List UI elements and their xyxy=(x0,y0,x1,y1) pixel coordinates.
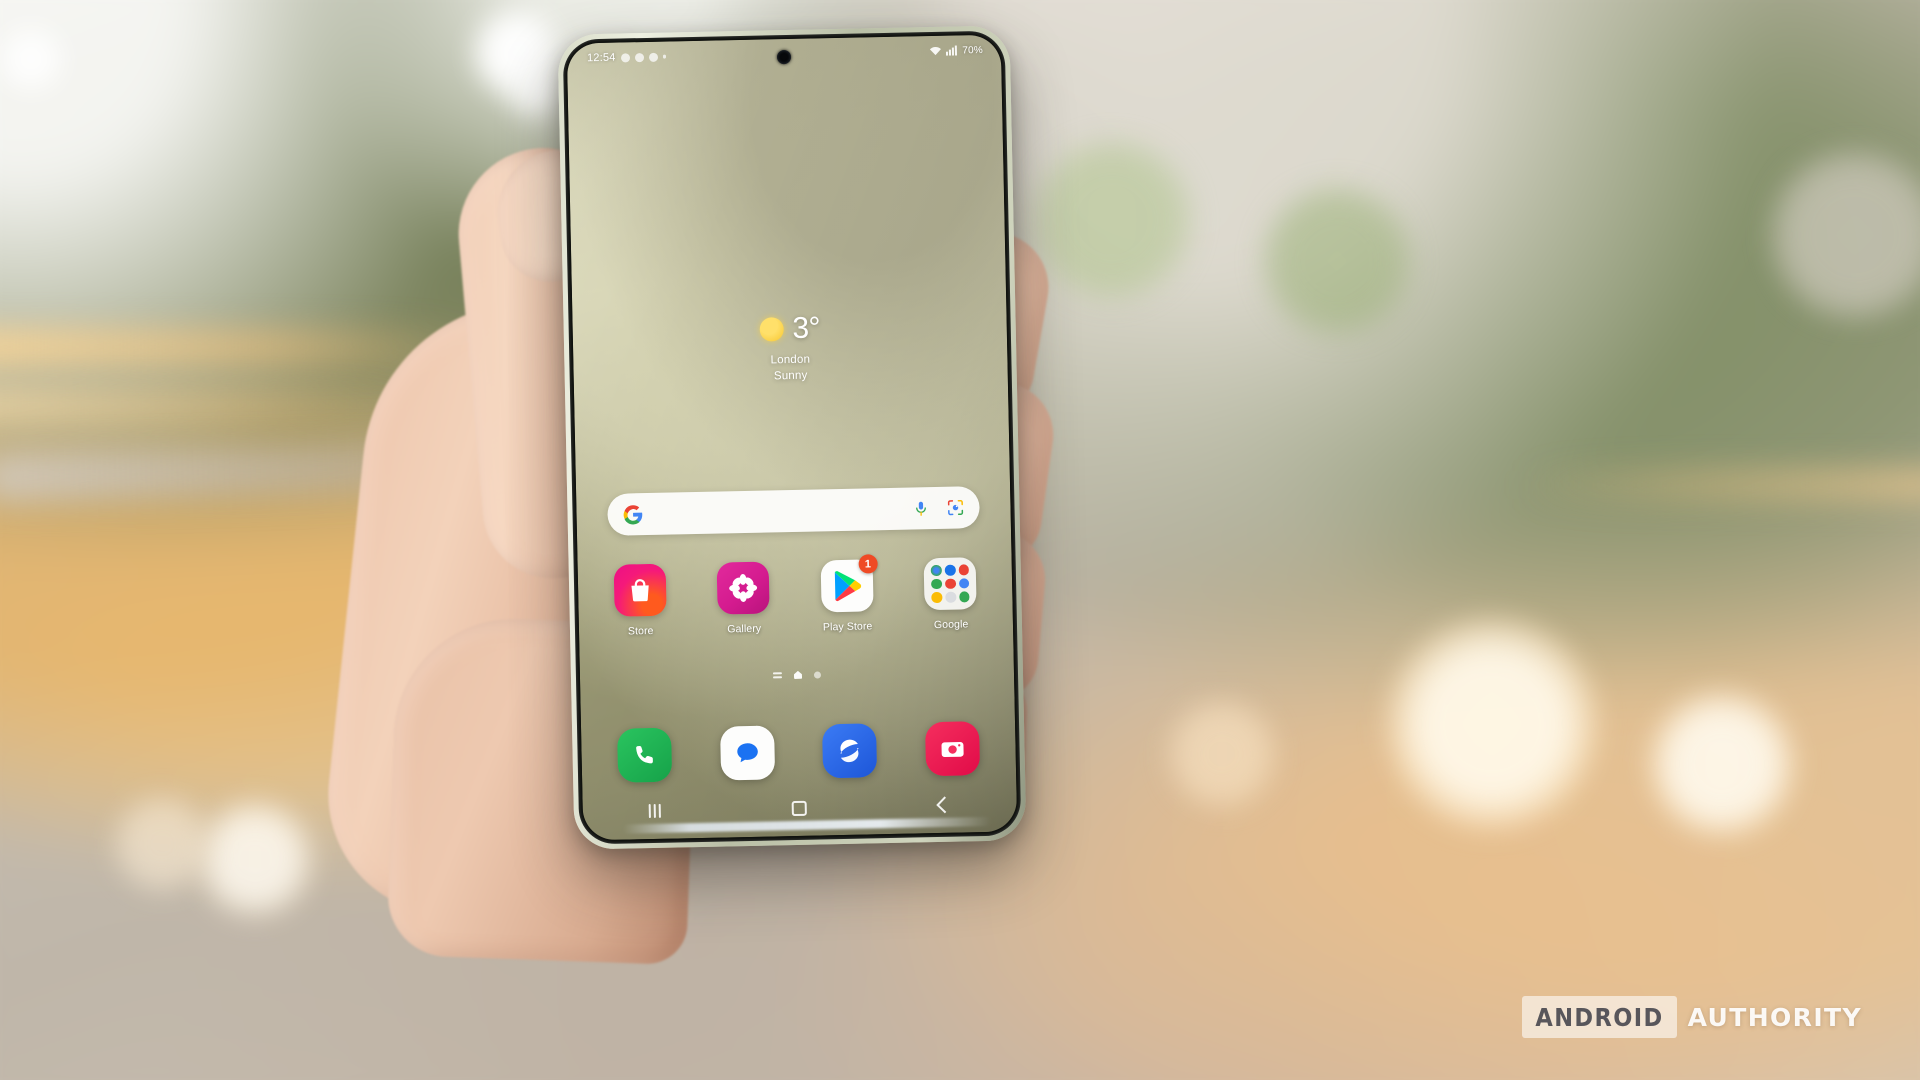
settings-icon xyxy=(634,52,644,62)
globe-glyph xyxy=(840,739,859,763)
battery-percentage: 70% xyxy=(962,44,984,56)
samsung-internet-icon[interactable] xyxy=(822,723,878,779)
dnd-icon xyxy=(648,52,658,62)
handset-glyph xyxy=(636,746,654,764)
camera-glyph xyxy=(941,742,964,758)
app-label: Play Store xyxy=(822,620,873,634)
smartphone: 12:54 70% 3° London Sunny Store Gallery … xyxy=(557,25,1027,850)
google-folder-icon[interactable] xyxy=(923,557,977,611)
app-item-store[interactable]: Store xyxy=(598,563,682,638)
watermark-brand-box: ANDROID xyxy=(1522,996,1677,1038)
home-page-icon[interactable] xyxy=(794,671,802,679)
app-label: Store xyxy=(627,624,654,638)
dock xyxy=(593,721,1004,784)
shopping-bag-glyph xyxy=(631,579,649,602)
notification-badge: 1 xyxy=(858,554,878,574)
speech-bubble-glyph xyxy=(737,743,758,763)
galaxy-store-icon[interactable] xyxy=(613,563,667,617)
dot-icon xyxy=(662,54,667,59)
app-grid: Store Gallery 1 Play Store Google xyxy=(588,554,1003,639)
search-input[interactable] xyxy=(644,508,913,514)
folder-app-icon xyxy=(958,591,970,603)
status-bar-right: 70% xyxy=(929,44,983,56)
app-item-play-store[interactable]: 1 Play Store xyxy=(805,554,889,634)
recents-icon[interactable] xyxy=(648,803,661,819)
watermark-android-text: ANDROID xyxy=(1535,1003,1664,1032)
status-bar-clock: 12:54 xyxy=(586,51,616,65)
folder-app-icon xyxy=(958,577,970,589)
back-icon[interactable] xyxy=(936,796,954,814)
watermark-authority-text: AUTHORITY xyxy=(1687,1002,1862,1032)
play-triangle-glyph xyxy=(834,571,861,602)
wifi-icon xyxy=(930,47,942,56)
gallery-icon[interactable] xyxy=(716,561,770,615)
google-g-icon xyxy=(623,504,643,524)
play-store-icon[interactable]: 1 xyxy=(820,554,878,613)
weather-temperature: 3° xyxy=(792,311,821,345)
folder-app-icon xyxy=(931,592,943,604)
google-search-bar[interactable] xyxy=(607,486,980,536)
phone-screen[interactable]: 12:54 70% 3° London Sunny Store Gallery … xyxy=(566,34,1018,841)
alarm-icon xyxy=(620,52,630,63)
folder-app-icon xyxy=(931,578,943,590)
app-item-google-folder[interactable]: Google xyxy=(909,557,993,632)
weather-widget[interactable]: 3° London Sunny xyxy=(572,309,1007,386)
signal-icon xyxy=(946,45,958,56)
weather-main-row: 3° xyxy=(572,309,1007,348)
app-label: Google xyxy=(933,618,969,632)
page-dot-icon[interactable] xyxy=(813,670,822,679)
folder-app-icon xyxy=(945,591,957,603)
apps-list-icon[interactable] xyxy=(772,672,783,679)
status-bar-left: 12:54 xyxy=(586,51,667,65)
phone-bezel: 12:54 70% 3° London Sunny Store Gallery … xyxy=(562,30,1022,845)
flower-glyph xyxy=(729,574,758,603)
folder-app-icon xyxy=(944,578,956,590)
google-lens-icon[interactable] xyxy=(946,498,964,516)
camera-icon[interactable] xyxy=(924,721,980,777)
folder-app-icon xyxy=(958,564,970,576)
app-label: Gallery xyxy=(727,622,762,636)
folder-app-icon xyxy=(930,564,942,576)
home-icon[interactable] xyxy=(792,800,808,816)
page-indicator xyxy=(580,666,1014,683)
messages-icon[interactable] xyxy=(719,725,775,781)
sun-icon xyxy=(759,317,784,342)
app-item-gallery[interactable]: Gallery xyxy=(702,561,786,636)
microphone-icon[interactable] xyxy=(912,500,929,517)
folder-app-icon xyxy=(944,564,956,576)
watermark: ANDROID AUTHORITY xyxy=(1522,996,1862,1038)
phone-icon[interactable] xyxy=(617,727,673,783)
